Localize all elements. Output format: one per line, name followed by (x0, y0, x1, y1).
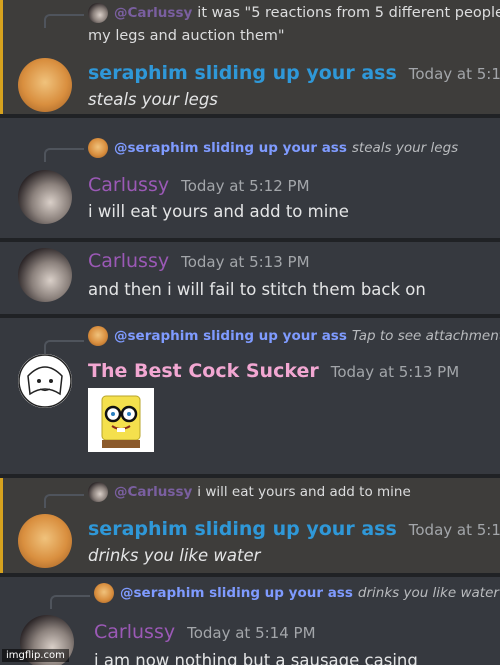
message-header: seraphim sliding up your ass Today at 5:… (88, 62, 500, 84)
reply-text: drinks you like water (357, 585, 499, 601)
message-group-5: @Carlussy i will eat yours and add to mi… (0, 478, 500, 573)
message-content: i am now nothing but a sausage casing (94, 651, 418, 665)
message-group-6: @seraphim sliding up your ass drinks you… (0, 577, 500, 665)
reply-mention[interactable]: @seraphim sliding up your ass (114, 328, 347, 344)
message-group-4: @seraphim sliding up your ass Tap to see… (0, 318, 500, 460)
username[interactable]: Carlussy (94, 621, 175, 643)
seraphim-mini-avatar (88, 138, 108, 158)
best-avatar[interactable] (18, 354, 72, 408)
reply-preview-continued: my legs and auction them" (88, 28, 285, 44)
message-header: The Best Cock Sucker Today at 5:13 PM (88, 360, 459, 382)
message-content: steals your legs (88, 90, 218, 109)
spongebob-nerd-sticker-icon (101, 395, 141, 448)
message-content: i will eat yours and add to mine (88, 202, 349, 221)
mention-highlight-bar (0, 478, 3, 573)
timestamp: Today at 5:13 PM (181, 253, 310, 271)
reply-connector (50, 595, 90, 609)
username[interactable]: Carlussy (88, 250, 169, 272)
reply-mention[interactable]: @Carlussy (114, 5, 192, 21)
reply-preview[interactable]: @seraphim sliding up your ass drinks you… (94, 583, 499, 603)
timestamp: Today at 5:14 PM (187, 624, 316, 642)
reply-preview[interactable]: @seraphim sliding up your ass steals you… (88, 138, 458, 158)
seraphim-avatar[interactable] (18, 514, 72, 568)
anime-character-icon (18, 354, 72, 408)
message-header: Carlussy Today at 5:14 PM (94, 621, 316, 643)
carlussy-mini-avatar (88, 3, 108, 23)
reply-preview[interactable]: @seraphim sliding up your ass Tap to see… (88, 326, 500, 346)
timestamp: Today at 5:13 PM (330, 363, 460, 381)
reply-text: it was "5 reactions from 5 different peo… (197, 5, 500, 21)
reply-connector (44, 14, 84, 28)
seraphim-mini-avatar (88, 326, 108, 346)
message-group-3: Carlussy Today at 5:13 PM and then i wil… (0, 242, 500, 314)
timestamp: Today at 5:13 PM (408, 521, 500, 539)
carlussy-avatar[interactable] (18, 248, 72, 302)
mention-highlight-bar (0, 0, 3, 114)
username[interactable]: seraphim sliding up your ass (88, 518, 397, 540)
message-header: seraphim sliding up your ass Today at 5:… (88, 518, 500, 540)
reply-connector (44, 494, 84, 508)
message-group-2: @seraphim sliding up your ass steals you… (0, 118, 500, 238)
reply-text-line-2: my legs and auction them" (88, 28, 285, 44)
seraphim-avatar[interactable] (18, 58, 72, 112)
username[interactable]: seraphim sliding up your ass (88, 62, 397, 84)
seraphim-mini-avatar (94, 583, 114, 603)
timestamp: Today at 5:12 PM (181, 177, 310, 195)
carlussy-mini-avatar (88, 482, 108, 502)
reply-preview[interactable]: @Carlussy i will eat yours and add to mi… (88, 482, 411, 502)
carlussy-avatar[interactable] (18, 170, 72, 224)
watermark: imgflip.com (2, 649, 69, 662)
message-group-1: @Carlussy it was "5 reactions from 5 dif… (0, 0, 500, 114)
reply-mention[interactable]: @seraphim sliding up your ass (120, 585, 353, 601)
message-content: drinks you like water (88, 546, 261, 565)
reply-connector (44, 148, 84, 162)
reply-preview[interactable]: @Carlussy it was "5 reactions from 5 dif… (88, 3, 500, 23)
message-header: Carlussy Today at 5:13 PM (88, 250, 310, 272)
reply-mention[interactable]: @seraphim sliding up your ass (114, 140, 347, 156)
reply-mention[interactable]: @Carlussy (114, 484, 192, 500)
message-content: and then i will fail to stitch them back… (88, 280, 426, 299)
reply-text: steals your legs (351, 140, 459, 156)
reply-connector (44, 340, 84, 354)
sticker-attachment[interactable] (88, 388, 154, 452)
username[interactable]: Carlussy (88, 174, 169, 196)
message-header: Carlussy Today at 5:12 PM (88, 174, 310, 196)
timestamp: Today at 5:12 PM (408, 65, 500, 83)
reply-text: i will eat yours and add to mine (197, 484, 411, 500)
username[interactable]: The Best Cock Sucker (88, 360, 319, 382)
reply-text[interactable]: Tap to see attachment (352, 328, 500, 344)
